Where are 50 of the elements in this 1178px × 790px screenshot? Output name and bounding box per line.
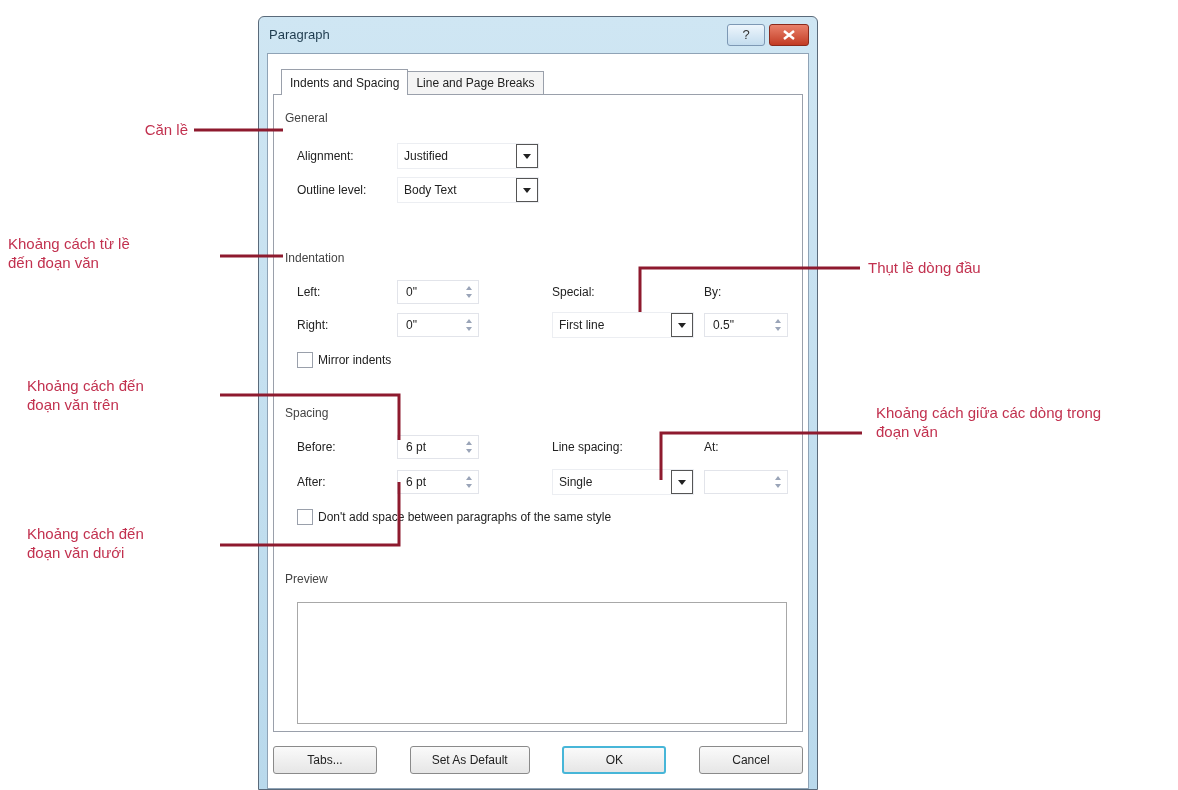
tab[interactable]: Indents and Spacing (281, 69, 409, 95)
field-label: By: (704, 284, 722, 301)
field-label: Right: (297, 317, 330, 334)
dialog-button[interactable]: OK (562, 746, 667, 774)
field-label: Left: (297, 284, 322, 301)
callout-label: Khoảng cách giữa các dòng trong đoạn văn (876, 403, 1103, 441)
spin-field[interactable]: 0.5" (704, 313, 788, 337)
dropdown[interactable]: Body Text (397, 177, 539, 203)
callout-label: Thụt lề dòng đầu (868, 258, 982, 277)
checkbox[interactable] (297, 352, 313, 368)
callout-label: Khoảng cách đến đoạn văn dưới (27, 524, 145, 562)
spin-field[interactable]: 6 pt (397, 435, 479, 459)
spinner-arrows-icon[interactable] (464, 284, 474, 300)
window-title: Paragraph (269, 26, 330, 45)
spinner-arrows-icon[interactable] (464, 439, 474, 455)
callout-label: Khoảng cách từ lề đến đoạn văn (8, 234, 131, 272)
field-label: At: (704, 439, 719, 456)
field-label: After: (297, 474, 327, 491)
spinner-arrows-icon[interactable] (773, 474, 783, 490)
field-label: Special: (552, 284, 596, 301)
section-heading: Preview (285, 572, 328, 586)
section-heading: Spacing (285, 406, 329, 420)
dialog-button[interactable]: Cancel (698, 746, 803, 774)
help-button[interactable]: ? (727, 24, 765, 46)
spinner-arrows-icon[interactable] (773, 317, 783, 333)
field-label: Before: (297, 439, 337, 456)
field-label: Alignment: (297, 148, 355, 165)
dropdown[interactable]: Single (552, 469, 694, 495)
checkbox[interactable] (297, 509, 313, 525)
tab[interactable]: Line and Page Breaks (408, 71, 544, 94)
checkbox-label: Mirror indents (318, 352, 392, 369)
close-icon (783, 30, 795, 40)
field-label: Line spacing: (552, 439, 624, 456)
dropdown[interactable]: Justified (397, 143, 539, 169)
spin-field[interactable] (704, 470, 788, 494)
field-label: Outline level: (297, 182, 368, 199)
dialog-button[interactable]: Tabs... (273, 746, 377, 774)
dropdown[interactable]: First line (552, 312, 694, 338)
spin-field[interactable]: 6 pt (397, 470, 479, 494)
spinner-arrows-icon[interactable] (464, 317, 474, 333)
spin-field[interactable]: 0" (397, 313, 479, 337)
section-heading: Indentation (285, 251, 345, 265)
spin-field[interactable]: 0" (397, 280, 479, 304)
callout-label: Khoảng cách đến đoạn văn trên (27, 376, 145, 414)
close-button[interactable] (769, 24, 809, 46)
section-heading: General (285, 111, 328, 125)
callout-label: Căn lề (143, 120, 188, 139)
spinner-arrows-icon[interactable] (464, 474, 474, 490)
dialog-button[interactable]: Set As Default (409, 746, 530, 774)
leader-line (220, 254, 283, 258)
